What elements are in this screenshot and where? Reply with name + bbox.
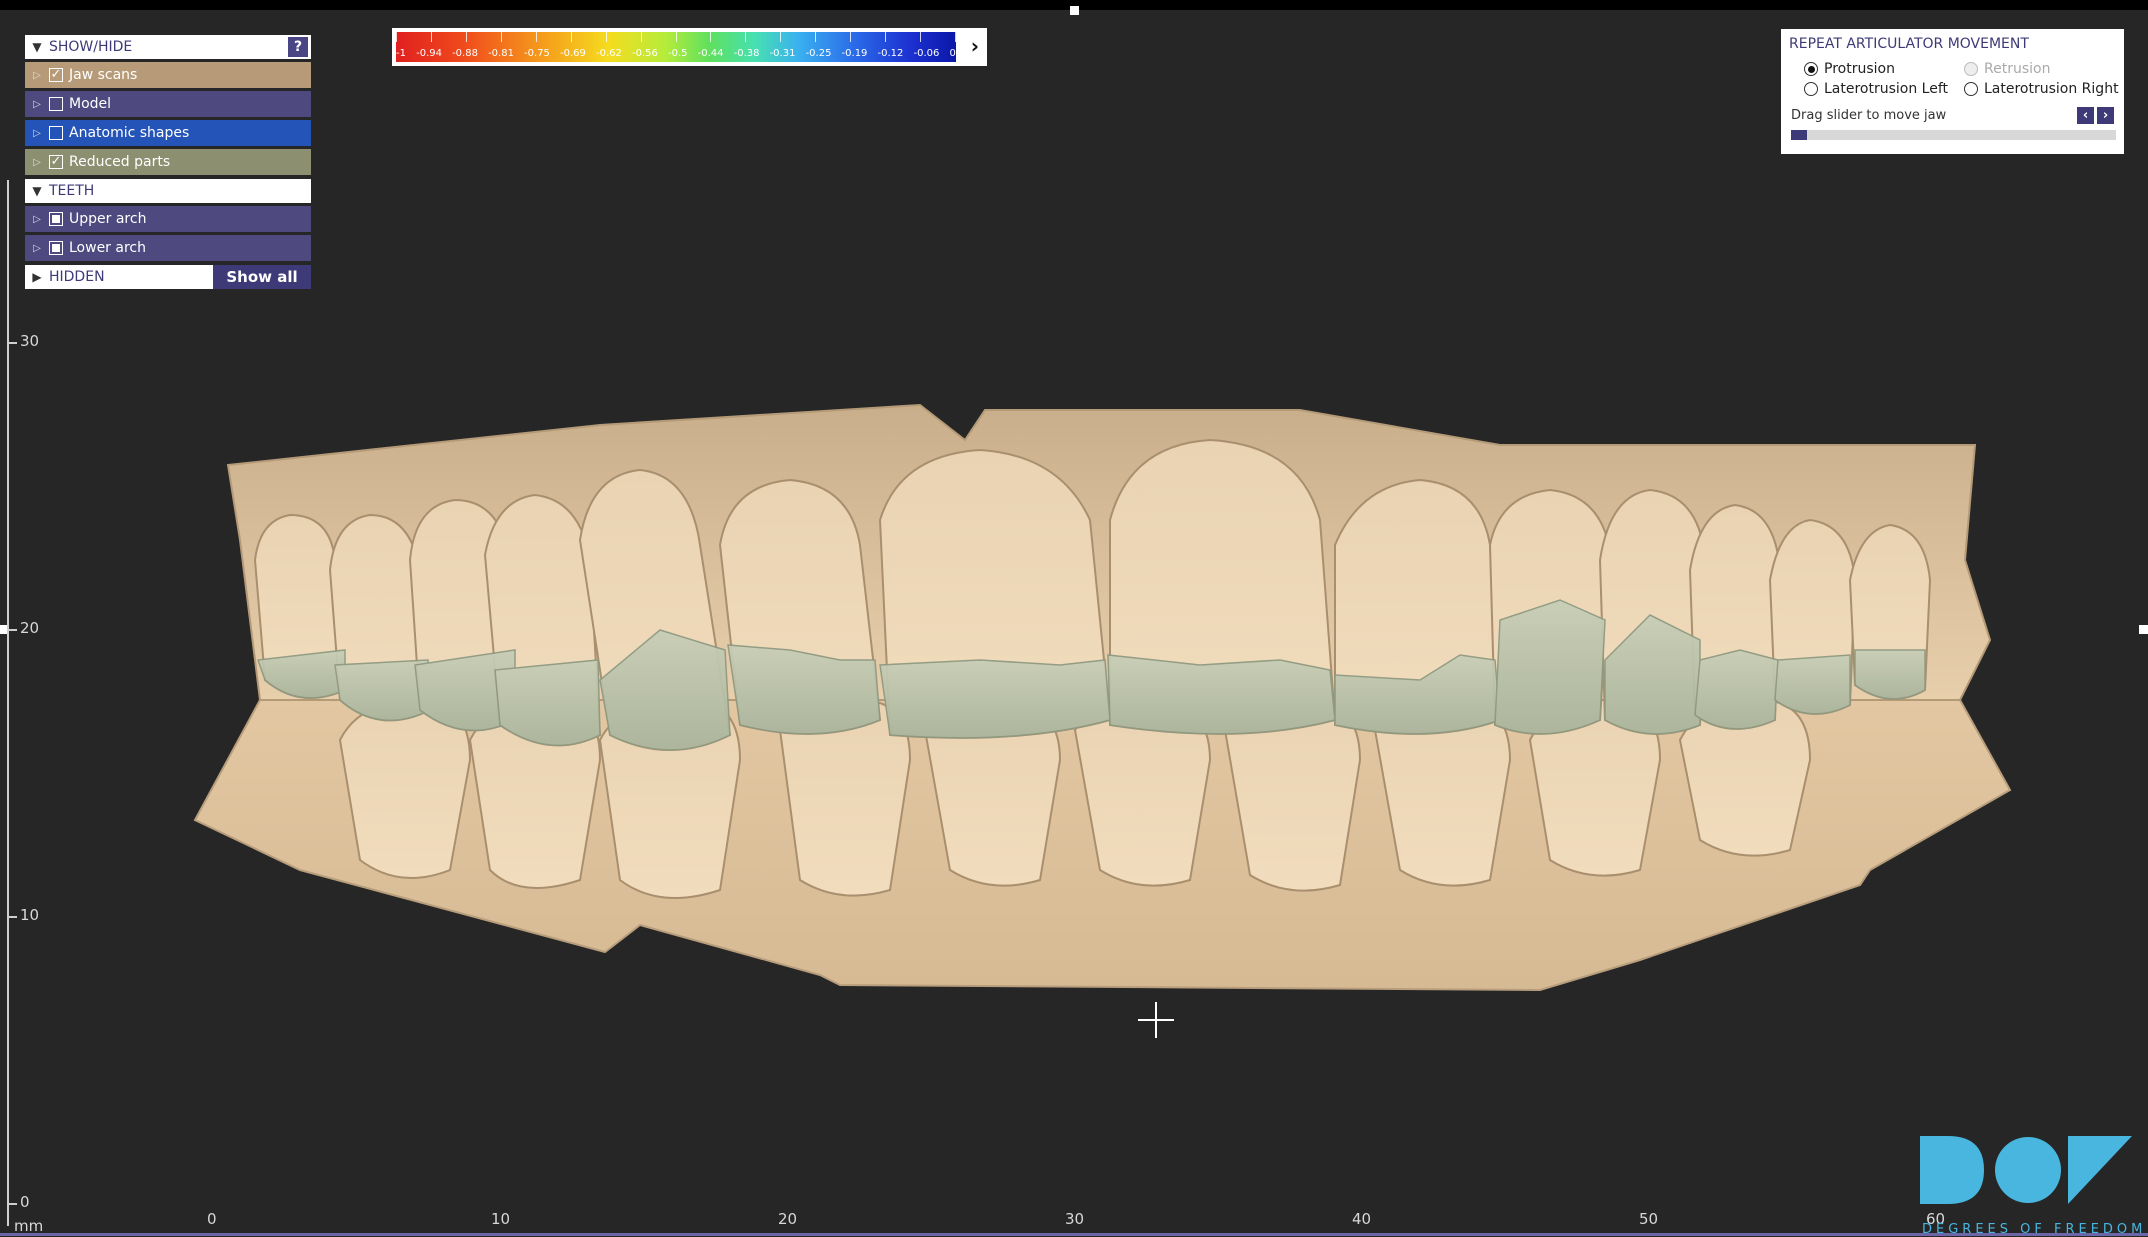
- lower-arch-checkbox[interactable]: [49, 241, 63, 255]
- reduced-parts-checkbox[interactable]: ✓: [49, 155, 63, 169]
- layer-row-upper-arch[interactable]: ▷ Upper arch: [25, 206, 311, 232]
- scale-tick: [535, 32, 537, 42]
- scale-tick: [815, 32, 817, 42]
- expand-triangle-icon[interactable]: ▷: [25, 243, 49, 254]
- expand-triangle-icon[interactable]: ▷: [25, 214, 49, 225]
- layer-label: Upper arch: [69, 211, 147, 227]
- slider-fill[interactable]: [1791, 130, 1808, 140]
- layer-label: Lower arch: [69, 240, 146, 256]
- scale-label: -0.62: [596, 48, 622, 59]
- articulator-title: REPEAT ARTICULATOR MOVEMENT: [1789, 36, 2029, 52]
- radio-label: Protrusion: [1824, 61, 1895, 77]
- next-step-button[interactable]: ›: [2097, 107, 2114, 124]
- radio-retrusion[interactable]: Retrusion: [1964, 61, 2050, 77]
- scale-label: -0.69: [560, 48, 586, 59]
- scale-tick: [745, 32, 747, 42]
- radio-laterotrusion-left[interactable]: Laterotrusion Left: [1804, 81, 1948, 97]
- scale-ticks: [396, 32, 956, 42]
- chevron-down-icon: ▼: [32, 184, 42, 198]
- jaw-movement-slider[interactable]: [1791, 130, 2116, 140]
- scale-label: -0.38: [733, 48, 760, 59]
- layer-label: Reduced parts: [69, 154, 171, 170]
- scale-label: -0.44: [697, 48, 724, 59]
- show-all-button[interactable]: Show all: [213, 265, 311, 289]
- layer-row-lower-arch[interactable]: ▷ Lower arch: [25, 235, 311, 261]
- scale-label: -0.25: [805, 48, 832, 59]
- show-hide-title: SHOW/HIDE: [49, 39, 133, 55]
- radio-label: Retrusion: [1984, 61, 2051, 77]
- layer-label: Model: [69, 96, 112, 112]
- radio-icon[interactable]: [1964, 82, 1978, 96]
- expand-triangle-icon[interactable]: ▷: [25, 70, 49, 81]
- hidden-title: HIDDEN: [49, 269, 105, 285]
- scale-label: 0: [949, 48, 956, 59]
- scale-tick: [850, 32, 852, 42]
- scale-label: -0.12: [877, 48, 904, 59]
- scale-label: -0.81: [488, 48, 514, 59]
- radio-icon[interactable]: [1964, 62, 1978, 76]
- layer-row-model[interactable]: ▷ Model: [25, 91, 311, 117]
- hidden-section: ▶ HIDDEN Show all: [25, 265, 311, 289]
- scale-label: -0.5: [667, 48, 688, 59]
- scale-tick: [570, 32, 572, 42]
- articulator-panel: REPEAT ARTICULATOR MOVEMENT Protrusion R…: [1781, 29, 2124, 154]
- teeth-title: TEETH: [49, 183, 95, 199]
- scale-tick: [675, 32, 677, 42]
- hidden-header[interactable]: ▶ HIDDEN: [25, 265, 213, 289]
- expand-scale-button[interactable]: ›: [971, 34, 979, 58]
- jaw-scans-checkbox[interactable]: ✓: [49, 68, 63, 82]
- model-checkbox[interactable]: [49, 97, 63, 111]
- scale-tick: [465, 32, 467, 42]
- expand-triangle-icon[interactable]: ▷: [25, 99, 49, 110]
- scale-tick: [605, 32, 607, 42]
- scale-label: -0.19: [841, 48, 868, 59]
- scale-label: -0.31: [769, 48, 796, 59]
- crosshair-cursor: [1138, 1002, 1174, 1038]
- scale-labels: -1 -0.94 -0.88 -0.81 -0.75 -0.69 -0.62 -0.56 -0.…: [396, 48, 956, 59]
- radio-label: Laterotrusion Right: [1984, 81, 2119, 97]
- expand-triangle-icon[interactable]: ▷: [25, 157, 49, 168]
- dental-model-3d-view[interactable]: [0, 0, 2148, 1236]
- scale-label: -0.88: [452, 48, 478, 59]
- expand-triangle-icon[interactable]: ▷: [25, 128, 49, 139]
- dof-logo: [1920, 1136, 2132, 1204]
- radio-selected-icon[interactable]: [1804, 62, 1818, 76]
- anatomic-shapes-checkbox[interactable]: [49, 126, 63, 140]
- deviation-color-scale: -1 -0.94 -0.88 -0.81 -0.75 -0.69 -0.62 -0.56 -0.…: [392, 28, 987, 66]
- radio-protrusion[interactable]: Protrusion: [1804, 61, 1895, 77]
- scale-tick: [430, 32, 432, 42]
- prev-step-button[interactable]: ‹: [2077, 107, 2094, 124]
- show-hide-panel: ▼ SHOW/HIDE ? ▷ ✓ Jaw scans ▷ Model ▷ An…: [25, 35, 311, 289]
- layer-label: Jaw scans: [69, 67, 138, 83]
- scale-label: -0.94: [416, 48, 442, 59]
- help-button[interactable]: ?: [288, 37, 308, 57]
- teeth-header[interactable]: ▼ TEETH: [25, 179, 311, 203]
- scale-label: -0.75: [524, 48, 550, 59]
- radio-laterotrusion-right[interactable]: Laterotrusion Right: [1964, 81, 2119, 97]
- layer-row-jaw-scans[interactable]: ▷ ✓ Jaw scans: [25, 62, 311, 88]
- scale-tick: [640, 32, 642, 42]
- scale-tick: [396, 32, 397, 42]
- scale-label: -1: [396, 48, 406, 59]
- scale-tick: [710, 32, 712, 42]
- chevron-right-icon: ▶: [32, 270, 42, 284]
- scale-label: -0.56: [632, 48, 658, 59]
- scale-tick: [885, 32, 887, 42]
- layer-label: Anatomic shapes: [69, 125, 190, 141]
- show-hide-header[interactable]: ▼ SHOW/HIDE ?: [25, 35, 311, 59]
- chevron-down-icon: ▼: [32, 40, 42, 54]
- scale-tick: [780, 32, 782, 42]
- layer-row-anatomic-shapes[interactable]: ▷ Anatomic shapes: [25, 120, 311, 146]
- radio-label: Laterotrusion Left: [1824, 81, 1949, 97]
- upper-arch-checkbox[interactable]: [49, 212, 63, 226]
- drag-slider-label: Drag slider to move jaw: [1791, 108, 1947, 123]
- scale-tick: [920, 32, 922, 42]
- radio-icon[interactable]: [1804, 82, 1818, 96]
- scale-tick: [955, 32, 956, 42]
- layer-row-reduced-parts[interactable]: ▷ ✓ Reduced parts: [25, 149, 311, 175]
- scale-tick: [500, 32, 502, 42]
- scale-label: -0.06: [913, 48, 940, 59]
